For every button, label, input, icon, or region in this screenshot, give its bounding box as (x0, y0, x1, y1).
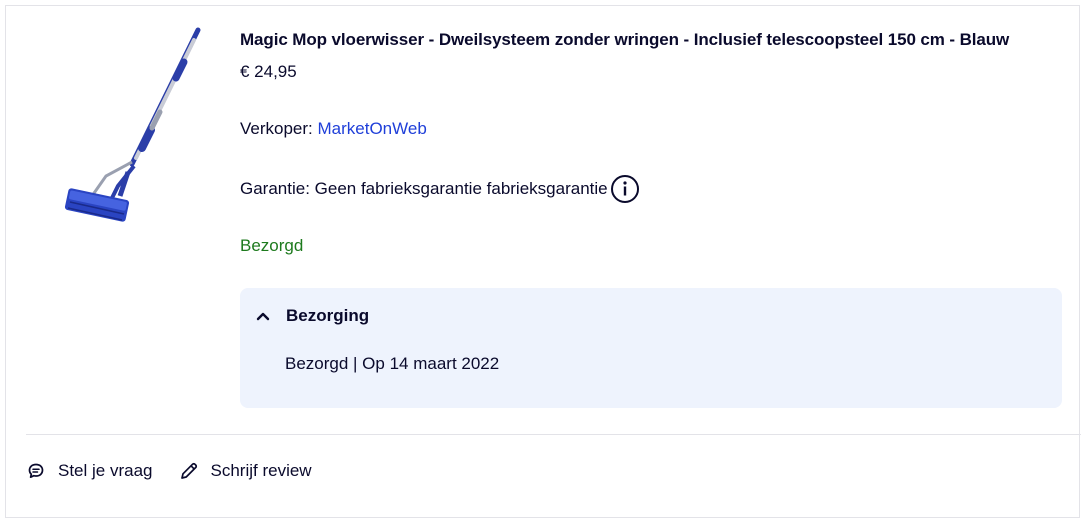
seller-row: Verkoper: MarketOnWeb (240, 119, 427, 139)
ask-question-button[interactable]: Stel je vraag (26, 461, 153, 481)
ask-question-label: Stel je vraag (58, 461, 153, 480)
seller-link[interactable]: MarketOnWeb (318, 119, 427, 138)
delivery-toggle[interactable]: Bezorging (254, 306, 369, 326)
seller-label: Verkoper: (240, 119, 318, 138)
write-review-label: Schrijf review (210, 461, 312, 480)
pencil-icon (179, 461, 199, 481)
product-image[interactable] (48, 26, 218, 236)
delivery-status: Bezorgd (240, 236, 304, 255)
delivery-panel: Bezorging Bezorgd | Op 14 maart 2022 (240, 288, 1062, 408)
divider (26, 434, 1081, 435)
order-item-card: Magic Mop vloerwisser - Dweilsysteem zon… (5, 5, 1081, 518)
delivery-title: Bezorging (286, 306, 370, 325)
warranty-row: Garantie: Geen fabrieksgarantie fabrieks… (240, 174, 640, 204)
product-title[interactable]: Magic Mop vloerwisser - Dweilsysteem zon… (240, 30, 1070, 50)
chat-bubble-icon (26, 461, 46, 481)
info-icon[interactable] (610, 174, 640, 204)
delivery-detail: Bezorgd | Op 14 maart 2022 (285, 354, 500, 373)
write-review-button[interactable]: Schrijf review (179, 461, 312, 481)
warranty-text: Garantie: Geen fabrieksgarantie fabrieks… (240, 179, 608, 198)
footer-actions: Stel je vraag Schrijf review (26, 461, 338, 481)
mop-product-image (64, 27, 201, 222)
product-price: € 24,95 (240, 62, 297, 81)
chevron-up-icon (254, 307, 272, 325)
